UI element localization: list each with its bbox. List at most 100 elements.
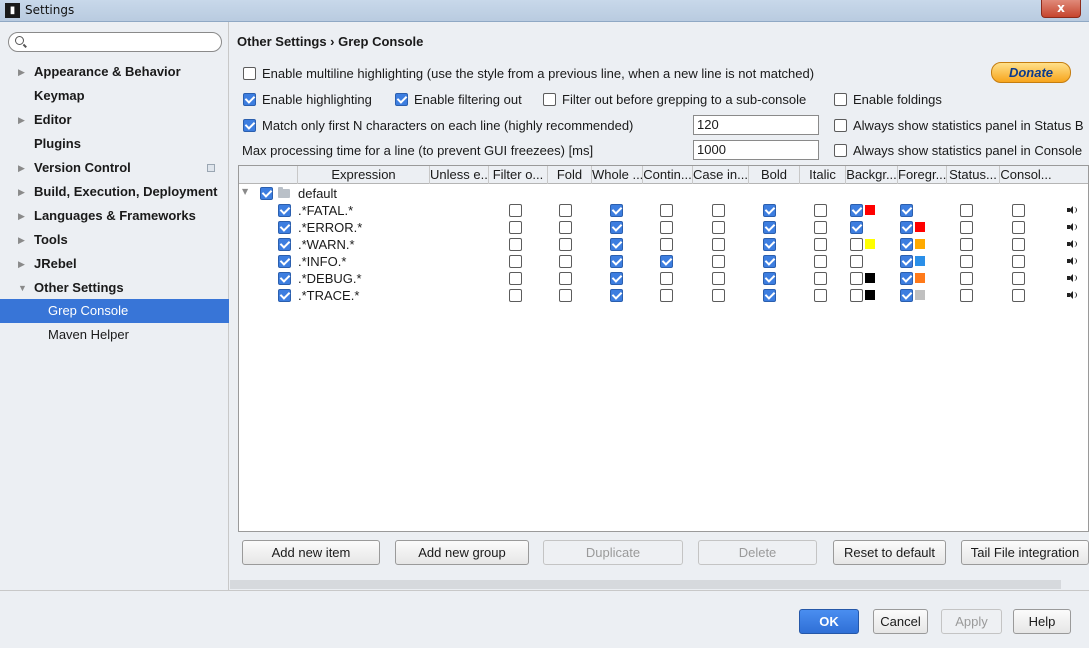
table-row[interactable]: .*INFO.* <box>239 253 1088 270</box>
stats-console-option[interactable]: Always show statistics panel in Console <box>834 142 1089 160</box>
foreground-color-swatch[interactable] <box>915 273 925 283</box>
contin-checkbox[interactable] <box>660 272 673 285</box>
console-checkbox[interactable] <box>1012 238 1025 251</box>
console-cell[interactable] <box>1012 204 1025 218</box>
contin-cell[interactable] <box>660 238 673 252</box>
foreground-checkbox[interactable] <box>900 204 913 217</box>
contin-cell[interactable] <box>660 204 673 218</box>
filter-checkbox[interactable] <box>509 238 522 251</box>
enable-foldings-checkbox[interactable] <box>834 93 847 106</box>
filter-checkbox[interactable] <box>509 272 522 285</box>
row-enabled-checkbox[interactable] <box>278 255 291 268</box>
status-cell[interactable] <box>960 204 973 218</box>
column-header-background[interactable]: Backgr... <box>845 166 897 184</box>
enable-highlighting-option[interactable]: Enable highlighting <box>243 91 372 109</box>
fold-cell[interactable] <box>559 289 572 303</box>
match-first-n-option[interactable]: Match only first N characters on each li… <box>243 117 633 135</box>
console-cell[interactable] <box>1012 221 1025 235</box>
background-color-swatch[interactable] <box>865 290 875 300</box>
sidebar-item-plugins[interactable]: Plugins <box>0 132 229 156</box>
case-cell[interactable] <box>712 238 725 252</box>
sidebar-item-tools[interactable]: ▶ Tools <box>0 228 229 252</box>
sidebar-item-version-control[interactable]: ▶ Version Control <box>0 156 229 180</box>
bold-cell[interactable] <box>763 289 776 303</box>
foreground-cell[interactable] <box>900 289 913 303</box>
contin-cell[interactable] <box>660 221 673 235</box>
chevron-right-icon[interactable]: ▶ <box>18 60 25 84</box>
foreground-cell[interactable] <box>900 221 913 235</box>
foreground-color-swatch[interactable] <box>915 239 925 249</box>
foreground-checkbox[interactable] <box>900 221 913 234</box>
contin-checkbox[interactable] <box>660 238 673 251</box>
tail-file-integration-button[interactable]: Tail File integration <box>961 540 1089 565</box>
bold-checkbox[interactable] <box>763 204 776 217</box>
foreground-cell[interactable] <box>900 204 913 218</box>
bold-checkbox[interactable] <box>763 221 776 234</box>
table-row[interactable]: .*DEBUG.* <box>239 270 1088 287</box>
contin-cell[interactable] <box>660 272 673 286</box>
stats-status-bar-option[interactable]: Always show statistics panel in Status B <box>834 117 1089 135</box>
enable-filtering-option[interactable]: Enable filtering out <box>395 91 522 109</box>
enable-foldings-option[interactable]: Enable foldings <box>834 91 942 109</box>
expression-cell[interactable]: .*WARN.* <box>298 236 355 253</box>
table-row[interactable]: .*FATAL.* <box>239 202 1088 219</box>
stats-console-checkbox[interactable] <box>834 144 847 157</box>
reset-to-default-button[interactable]: Reset to default <box>833 540 946 565</box>
foreground-checkbox[interactable] <box>900 289 913 302</box>
background-cell[interactable] <box>850 221 863 235</box>
case-cell[interactable] <box>712 221 725 235</box>
background-cell[interactable] <box>850 255 863 269</box>
match-first-n-field[interactable]: 120 <box>693 115 819 135</box>
console-cell[interactable] <box>1012 238 1025 252</box>
column-header-bold[interactable]: Bold <box>748 166 799 184</box>
contin-checkbox[interactable] <box>660 204 673 217</box>
case-cell[interactable] <box>712 289 725 303</box>
bold-cell[interactable] <box>763 272 776 286</box>
whole-checkbox[interactable] <box>610 255 623 268</box>
row-enabled-cell[interactable] <box>278 221 291 235</box>
checkbox[interactable] <box>260 187 273 200</box>
foreground-color-swatch[interactable] <box>915 290 925 300</box>
background-checkbox[interactable] <box>850 289 863 302</box>
delete-button[interactable]: Delete <box>698 540 817 565</box>
background-cell[interactable] <box>850 238 863 252</box>
status-cell[interactable] <box>960 289 973 303</box>
fold-checkbox[interactable] <box>559 238 572 251</box>
background-color-swatch[interactable] <box>865 239 875 249</box>
column-header-console[interactable]: Consol... <box>999 166 1052 184</box>
case-cell[interactable] <box>712 204 725 218</box>
foreground-color-swatch[interactable] <box>915 256 925 266</box>
background-cell[interactable] <box>850 289 863 303</box>
filter-before-grep-checkbox[interactable] <box>543 93 556 106</box>
bold-checkbox[interactable] <box>763 238 776 251</box>
fold-checkbox[interactable] <box>559 255 572 268</box>
status-cell[interactable] <box>960 255 973 269</box>
fold-cell[interactable] <box>559 238 572 252</box>
column-header-foreground[interactable]: Foregr... <box>897 166 946 184</box>
table-row[interactable]: .*TRACE.* <box>239 287 1088 304</box>
italic-checkbox[interactable] <box>814 289 827 302</box>
filter-cell[interactable] <box>509 289 522 303</box>
case-cell[interactable] <box>712 272 725 286</box>
foreground-checkbox[interactable] <box>900 272 913 285</box>
apply-button[interactable]: Apply <box>941 609 1002 634</box>
column-header-fold[interactable]: Fold <box>547 166 591 184</box>
italic-checkbox[interactable] <box>814 221 827 234</box>
sidebar-item-editor[interactable]: ▶ Editor <box>0 108 229 132</box>
status-cell[interactable] <box>960 272 973 286</box>
sound-icon[interactable] <box>1067 256 1077 266</box>
contin-checkbox[interactable] <box>660 289 673 302</box>
filter-cell[interactable] <box>509 272 522 286</box>
filter-checkbox[interactable] <box>509 221 522 234</box>
expression-cell[interactable]: .*TRACE.* <box>298 287 359 304</box>
status-checkbox[interactable] <box>960 238 973 251</box>
case-checkbox[interactable] <box>712 204 725 217</box>
sound-icon[interactable] <box>1067 222 1077 232</box>
whole-checkbox[interactable] <box>610 238 623 251</box>
filter-checkbox[interactable] <box>509 255 522 268</box>
italic-checkbox[interactable] <box>814 272 827 285</box>
foreground-color-swatch[interactable] <box>915 222 925 232</box>
foreground-checkbox[interactable] <box>900 255 913 268</box>
case-checkbox[interactable] <box>712 289 725 302</box>
add-new-group-button[interactable]: Add new group <box>395 540 529 565</box>
